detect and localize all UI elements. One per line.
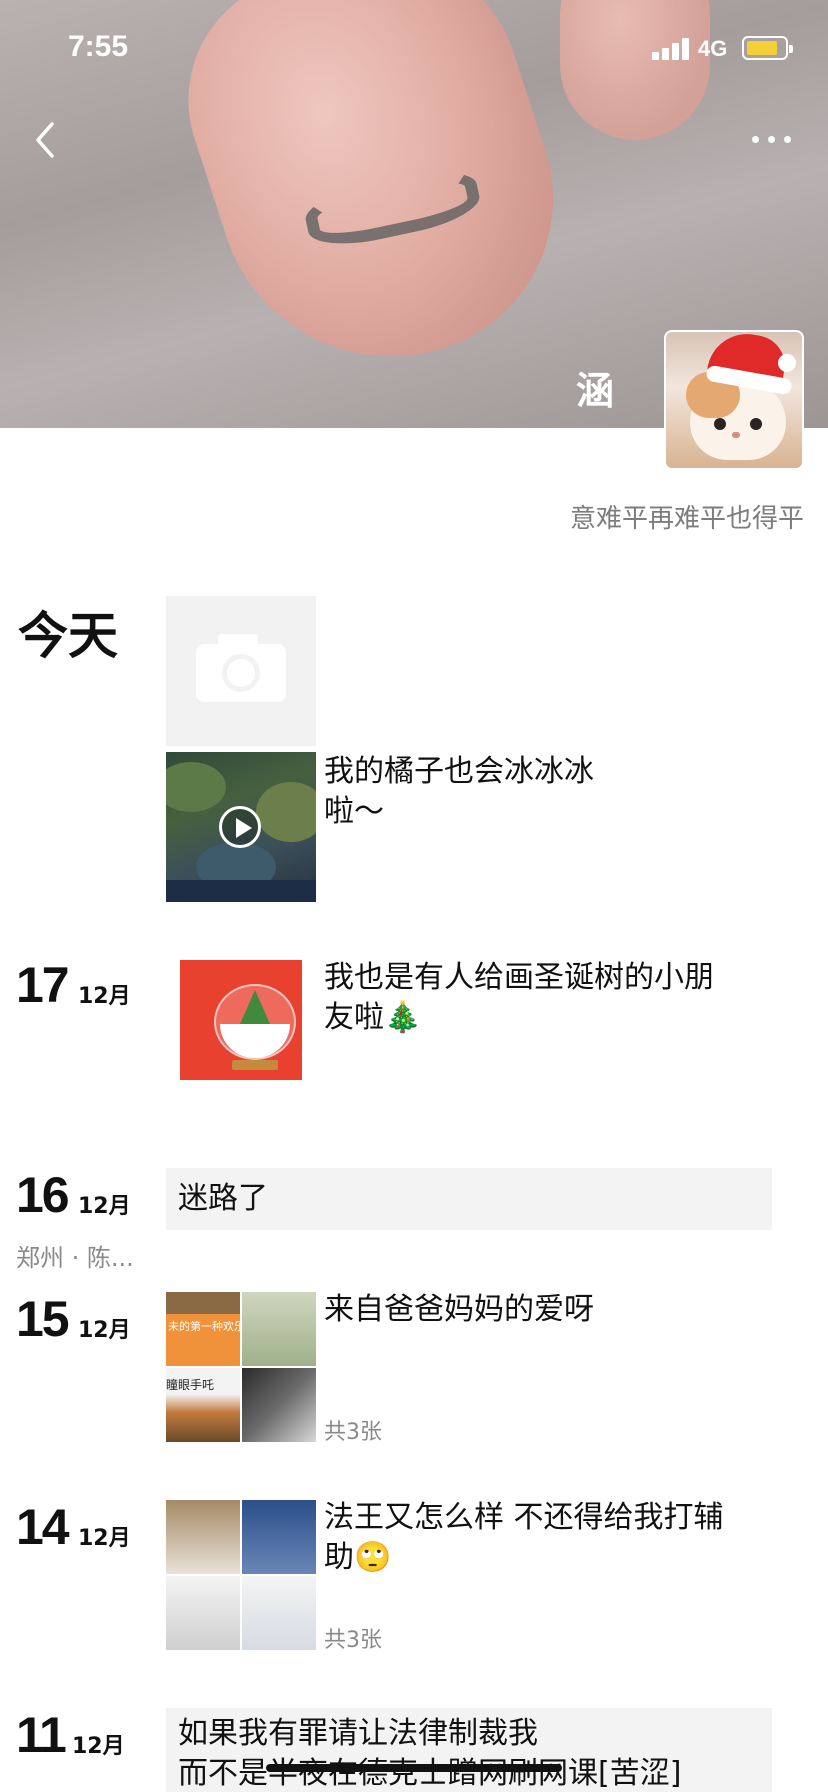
post-image-thumbnail[interactable]: [166, 958, 316, 1108]
date-month: 12月: [78, 984, 131, 1009]
date-day: 17: [16, 957, 70, 1013]
status-bar: 7:55 4G: [0, 0, 828, 100]
date-day: 16: [16, 1167, 70, 1223]
text-post[interactable]: 如果我有罪请让法律制裁我 而不是半夜在德克士蹭网刷网课[苦涩]: [166, 1708, 772, 1792]
profile-name: 涵: [576, 369, 615, 413]
post-caption[interactable]: 法王又怎么样 不还得给我打辅 助🙄: [324, 1498, 774, 1578]
play-icon: [219, 806, 261, 848]
date-month: 12月: [72, 1734, 125, 1759]
date-day: 14: [16, 1499, 70, 1555]
image-count: 共3张: [324, 1420, 382, 1445]
home-indicator[interactable]: [266, 1764, 562, 1772]
date-month: 12月: [78, 1318, 131, 1343]
date-month: 12月: [78, 1526, 131, 1551]
post-image-grid[interactable]: [166, 1500, 316, 1650]
back-button[interactable]: [26, 118, 66, 162]
post-location[interactable]: 郑州 · 陈...: [16, 1238, 134, 1273]
post-caption[interactable]: 我的橘子也会冰冰冰 啦～: [324, 752, 774, 832]
avatar[interactable]: [664, 330, 804, 470]
battery-icon: [742, 36, 793, 60]
text-post[interactable]: 迷路了: [166, 1168, 772, 1230]
date-day: 11: [16, 1707, 67, 1763]
post-camera-button[interactable]: [166, 596, 316, 746]
date-label-today: 今天: [18, 607, 118, 665]
more-button[interactable]: [748, 124, 796, 154]
post-caption[interactable]: 来自爸爸妈妈的爱呀: [324, 1290, 774, 1330]
image-count: 共3张: [324, 1628, 382, 1653]
thumb-text: 瞳眼手吒: [166, 1378, 215, 1392]
post-caption[interactable]: 我也是有人给画圣诞树的小朋 友啦🎄: [324, 958, 774, 1038]
signal-icon: [652, 36, 692, 60]
date-day: 15: [16, 1291, 70, 1347]
network-type: 4G: [698, 36, 728, 61]
status-time: 7:55: [68, 30, 129, 63]
post-video-thumbnail[interactable]: [166, 752, 316, 902]
date-month: 12月: [78, 1194, 131, 1219]
profile-signature: 意难平再难平也得平: [569, 504, 804, 534]
chevron-left-icon: [36, 122, 54, 158]
thumb-text: 未的第一种欢乐: [168, 1320, 240, 1333]
post-image-grid[interactable]: 未的第一种欢乐 瞳眼手吒: [166, 1292, 316, 1442]
more-dots-icon: [752, 136, 759, 143]
